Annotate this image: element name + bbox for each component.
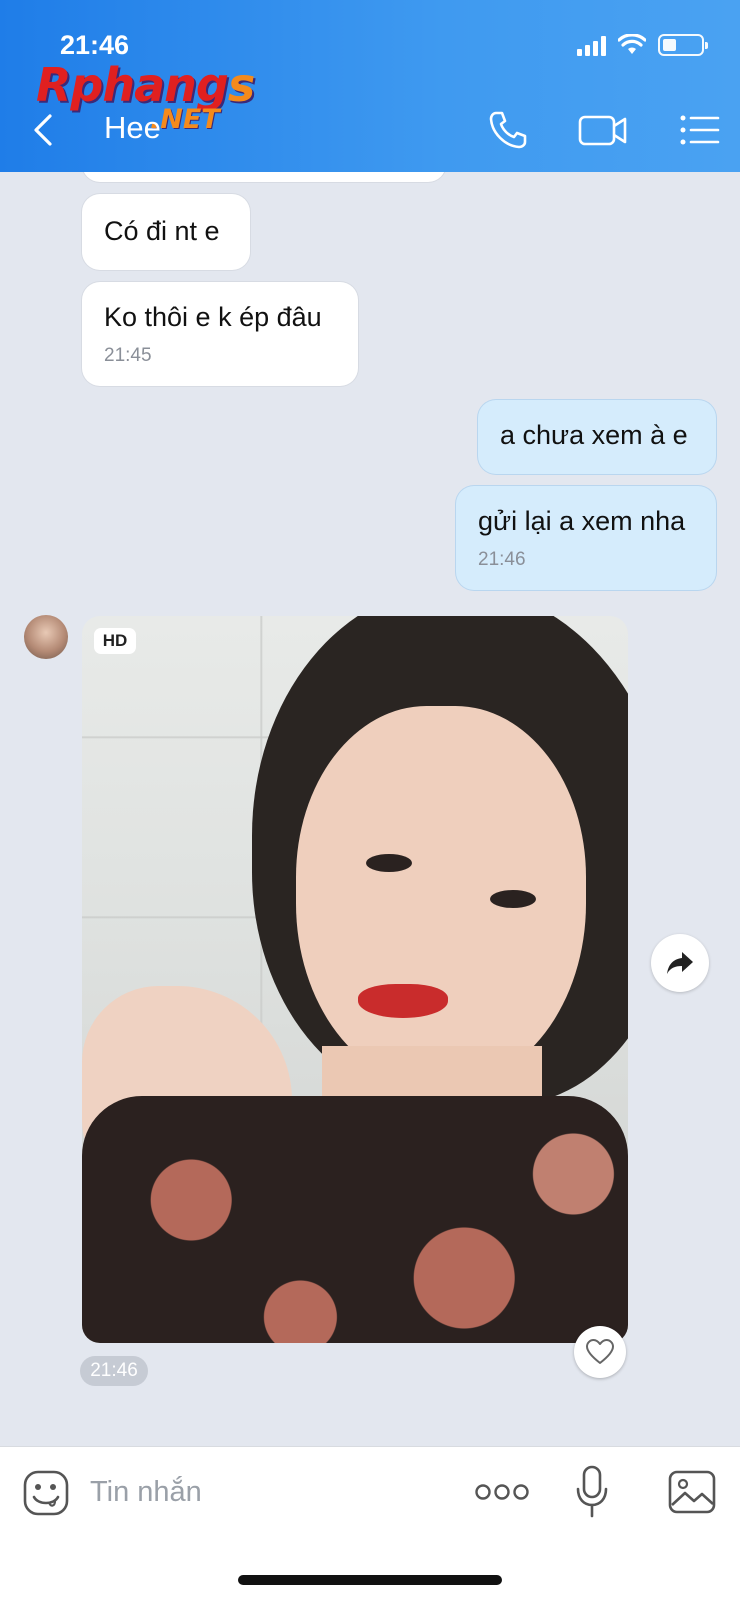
status-icons (577, 34, 708, 56)
share-arrow-icon (667, 952, 693, 974)
signal-icon (577, 34, 606, 56)
message-text: gửi lại a xem nha (478, 506, 686, 536)
emoji-icon[interactable] (22, 1469, 70, 1517)
watermark-logo: Rphangs (36, 58, 255, 112)
heart-icon (586, 1339, 614, 1364)
message-input[interactable] (90, 1467, 450, 1517)
message-time: 21:45 (104, 345, 152, 366)
home-indicator[interactable] (238, 1575, 502, 1585)
more-dots-icon[interactable] (474, 1477, 530, 1507)
message-bubble-partial (82, 172, 446, 182)
avatar[interactable] (24, 615, 68, 659)
message-time: 21:46 (478, 549, 526, 570)
message-bubble-incoming[interactable]: Ko thôi e k ép đâu 21:45 (82, 282, 358, 386)
share-button[interactable] (651, 934, 709, 992)
message-input-bar (0, 1446, 740, 1600)
wifi-icon (618, 34, 646, 54)
video-camera-icon[interactable] (578, 108, 628, 152)
back-button[interactable] (28, 112, 58, 148)
list-menu-icon[interactable] (678, 108, 722, 152)
like-button[interactable] (574, 1326, 626, 1378)
message-bubble-outgoing[interactable]: gửi lại a xem nha 21:46 (456, 486, 716, 590)
message-text: Có đi nt e (104, 216, 220, 246)
microphone-icon[interactable] (574, 1465, 610, 1519)
photo-message[interactable]: HD (82, 616, 628, 1343)
hd-badge: HD (94, 628, 136, 654)
chat-header: 21:46 Rphangs .NET Hee (0, 0, 740, 172)
message-text: Ko thôi e k ép đâu (104, 302, 322, 332)
message-text: a chưa xem à e (500, 420, 688, 450)
status-time: 21:46 (60, 30, 130, 60)
chat-area[interactable]: Có đi nt e Ko thôi e k ép đâu 21:45 a ch… (0, 172, 740, 1446)
phone-icon[interactable] (486, 108, 530, 152)
photo-time: 21:46 (80, 1356, 148, 1386)
message-bubble-incoming[interactable]: Có đi nt e (82, 194, 250, 270)
image-icon[interactable] (668, 1469, 716, 1515)
chat-title[interactable]: Hee (104, 110, 161, 146)
battery-icon (658, 34, 708, 56)
message-bubble-outgoing[interactable]: a chưa xem à e (478, 400, 716, 474)
